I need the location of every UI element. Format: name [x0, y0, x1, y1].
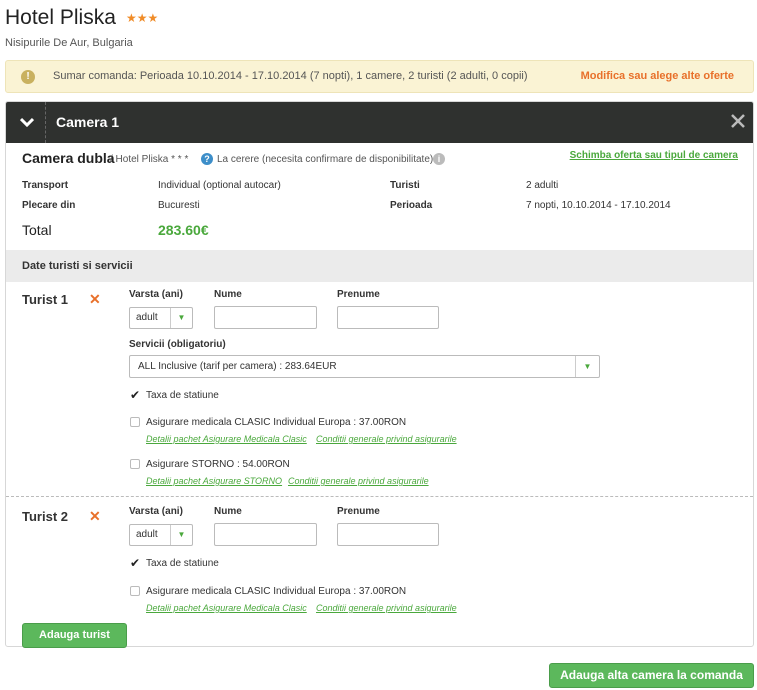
medical-conditions-link[interactable]: Conditii generale privind asigurarile [316, 434, 457, 444]
medical-insurance-label: Asigurare medicala CLASIC Individual Eur… [146, 586, 407, 597]
age-label: Varsta (ani) [129, 506, 183, 517]
remove-tourist-icon[interactable]: ✕ [89, 508, 101, 525]
age-select-value: adult [136, 529, 158, 540]
medical-insurance-checkbox[interactable] [130, 586, 140, 596]
storno-details-link[interactable]: Detalii pachet Asigurare STORNO [146, 476, 282, 486]
age-select-value: adult [136, 312, 158, 323]
storno-insurance-checkbox[interactable] [130, 459, 140, 469]
chevron-down-icon: ▼ [170, 308, 192, 328]
chevron-down-icon: ▼ [170, 525, 192, 545]
station-tax-label: Taxa de statiune [146, 390, 219, 401]
tourist-2-label: Turist 2 [22, 509, 68, 524]
first-name-input[interactable] [214, 306, 317, 329]
summary-text: Sumar comanda: Perioada 10.10.2014 - 17.… [53, 70, 528, 82]
first-name-label: Nume [214, 289, 242, 300]
medical-conditions-link[interactable]: Conditii generale privind asigurarile [316, 603, 457, 613]
last-name-input[interactable] [337, 306, 439, 329]
services-select-value: ALL Inclusive (tarif per camera) : 283.6… [138, 361, 337, 372]
station-tax-label: Taxa de statiune [146, 558, 219, 569]
tourists-section-header: Date turisti si servicii [6, 250, 753, 282]
room-header-title: Camera 1 [56, 114, 120, 130]
room-type: Camera dubla [22, 150, 115, 166]
hotel-title: Hotel Pliska [5, 6, 116, 29]
services-select[interactable]: ALL Inclusive (tarif per camera) : 283.6… [129, 355, 600, 378]
info-icon[interactable]: i [433, 153, 445, 165]
tourist-divider [6, 496, 753, 497]
tourists-value: 2 adulti [526, 180, 559, 191]
departure-label: Plecare din [22, 200, 76, 211]
medical-insurance-checkbox[interactable] [130, 417, 140, 427]
last-name-label: Prenume [337, 289, 380, 300]
age-select[interactable]: adult ▼ [129, 307, 193, 329]
medical-details-link[interactable]: Detalii pachet Asigurare Medicala Clasic [146, 603, 307, 613]
add-room-button[interactable]: Adauga alta camera la comanda [549, 663, 754, 688]
first-name-label: Nume [214, 506, 242, 517]
remove-tourist-icon[interactable]: ✕ [89, 291, 101, 308]
storno-conditions-link[interactable]: Conditii generale privind asigurarile [288, 476, 429, 486]
medical-insurance-label: Asigurare medicala CLASIC Individual Eur… [146, 417, 407, 428]
age-select[interactable]: adult ▼ [129, 524, 193, 546]
transport-label: Transport [22, 180, 69, 191]
change-offer-link[interactable]: Schimba oferta sau tipul de camera [570, 150, 738, 161]
transport-value: Individual (optional autocar) [158, 180, 281, 191]
last-name-input[interactable] [337, 523, 439, 546]
last-name-label: Prenume [337, 506, 380, 517]
period-value: 7 nopti, 10.10.2014 - 17.10.2014 [526, 200, 671, 211]
chevron-down-icon[interactable] [16, 111, 38, 133]
header-divider [45, 102, 46, 143]
tourists-label: Turisti [390, 180, 420, 191]
hotel-location: Nisipurile De Aur, Bulgaria [5, 37, 133, 49]
services-label: Servicii (obligatoriu) [129, 339, 226, 350]
chevron-down-icon: ▼ [575, 356, 599, 377]
storno-insurance-label: Asigurare STORNO : 54.00RON [146, 459, 290, 470]
add-tourist-button[interactable]: Adauga turist [22, 623, 127, 648]
room-panel: Camera 1 Camera dubla / Hotel Pliska * *… [5, 101, 754, 648]
total-label: Total [22, 222, 52, 238]
first-name-input[interactable] [214, 523, 317, 546]
medical-details-link[interactable]: Detalii pachet Asigurare Medicala Clasic [146, 434, 307, 444]
help-icon[interactable]: ? [201, 153, 213, 165]
tourist-1-label: Turist 1 [22, 292, 68, 307]
order-summary-bar: ! Sumar comanda: Perioada 10.10.2014 - 1… [5, 60, 754, 93]
checkmark-icon[interactable]: ✔ [130, 557, 140, 569]
checkmark-icon[interactable]: ✔ [130, 389, 140, 401]
section-title: Date turisti si servicii [22, 260, 133, 272]
period-label: Perioada [390, 200, 433, 211]
info-icon: ! [21, 70, 35, 84]
close-icon[interactable] [731, 110, 745, 132]
star-rating: ★★★ [126, 11, 159, 25]
modify-offers-link[interactable]: Modifica sau alege alte oferte [581, 70, 734, 82]
departure-value: Bucuresti [158, 200, 200, 211]
room-header: Camera 1 [6, 102, 753, 143]
room-subtitle: / Hotel Pliska * * * [110, 154, 189, 165]
age-label: Varsta (ani) [129, 289, 183, 300]
request-status: La cerere (necesita confirmare de dispon… [217, 154, 434, 165]
total-price: 283.60€ [158, 222, 209, 238]
